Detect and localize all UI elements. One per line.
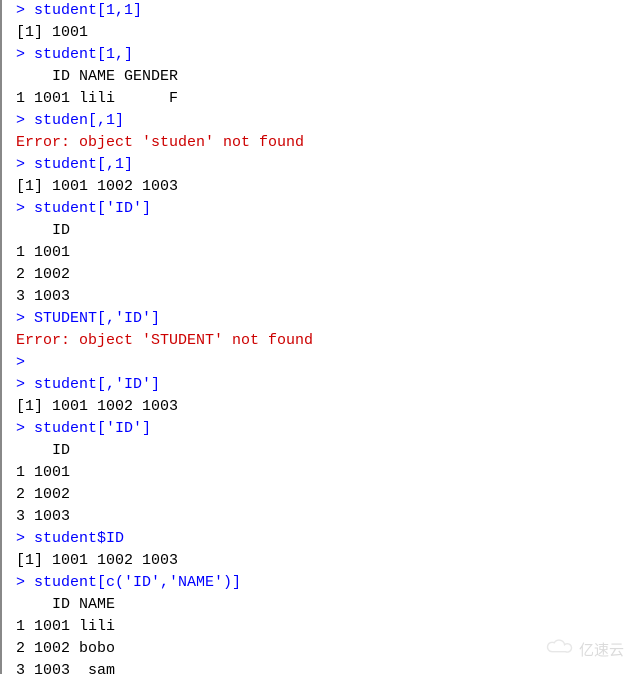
output-text: 3 1003 sam [16,662,115,679]
output-text: [1] 1001 1002 1003 [16,178,178,195]
watermark-text: 亿速云 [579,640,624,662]
console-line: 1 1001 [16,462,634,484]
console-line: 2 1002 bobo [16,638,634,660]
console-line: > student[,1] [16,154,634,176]
console-line: ID NAME [16,594,634,616]
console-line: 1 1001 lili [16,616,634,638]
console-line: ID [16,440,634,462]
console-line: > [16,352,634,374]
output-text: 3 1003 [16,288,70,305]
console-line: > student['ID'] [16,418,634,440]
error-text: Error: object 'STUDENT' not found [16,332,313,349]
output-text: 1 1001 [16,244,70,261]
console-line: [1] 1001 [16,22,634,44]
console-line: > student[,'ID'] [16,374,634,396]
output-text: 2 1002 [16,486,70,503]
console-line: 2 1002 [16,264,634,286]
console-line: 3 1003 sam [16,660,634,682]
prompt: > [16,156,34,173]
console-line: [1] 1001 1002 1003 [16,176,634,198]
output-text: [1] 1001 1002 1003 [16,552,178,569]
command-text: student['ID'] [34,420,151,437]
command-text: STUDENT[,'ID'] [34,310,160,327]
command-text: studen[,1] [34,112,124,129]
watermark: 亿速云 [543,637,624,664]
console-line: ID [16,220,634,242]
output-text: 2 1002 bobo [16,640,115,657]
command-text: student$ID [34,530,124,547]
cloud-icon [543,637,573,664]
output-text: 2 1002 [16,266,70,283]
output-text: ID NAME [16,596,115,613]
prompt: > [16,574,34,591]
console-line: > student['ID'] [16,198,634,220]
console-line: 3 1003 [16,286,634,308]
prompt: > [16,112,34,129]
command-text: student[c('ID','NAME')] [34,574,241,591]
output-text: 1 1001 [16,464,70,481]
console-line: 1 1001 lili F [16,88,634,110]
output-text: ID [16,442,70,459]
console-line: > student[1,1] [16,0,634,22]
prompt: > [16,420,34,437]
output-text: ID NAME GENDER [16,68,178,85]
console-line: > student[c('ID','NAME')] [16,572,634,594]
prompt: > [16,354,34,371]
output-text: 1 1001 lili [16,618,115,635]
r-console-output[interactable]: > student[1,1] [1] 1001 > student[1,] ID N… [2,0,634,682]
command-text: student[1,1] [34,2,142,19]
console-line: [1] 1001 1002 1003 [16,396,634,418]
console-line: > student$ID [16,528,634,550]
console-line: Error: object 'studen' not found [16,132,634,154]
console-line: > studen[,1] [16,110,634,132]
output-text: [1] 1001 1002 1003 [16,398,178,415]
prompt: > [16,376,34,393]
prompt: > [16,530,34,547]
output-text: 1 1001 lili F [16,90,178,107]
output-text: [1] 1001 [16,24,88,41]
prompt: > [16,46,34,63]
console-line: > STUDENT[,'ID'] [16,308,634,330]
prompt: > [16,200,34,217]
prompt: > [16,2,34,19]
console-line: [1] 1001 1002 1003 [16,550,634,572]
output-text: 3 1003 [16,508,70,525]
console-line: 1 1001 [16,242,634,264]
command-text: student[,1] [34,156,133,173]
command-text: student[,'ID'] [34,376,160,393]
console-line: ID NAME GENDER [16,66,634,88]
output-text: ID [16,222,70,239]
console-line: Error: object 'STUDENT' not found [16,330,634,352]
command-text: student[1,] [34,46,133,63]
command-text: student['ID'] [34,200,151,217]
error-text: Error: object 'studen' not found [16,134,304,151]
console-line: 3 1003 [16,506,634,528]
prompt: > [16,310,34,327]
console-line: 2 1002 [16,484,634,506]
console-line: > student[1,] [16,44,634,66]
